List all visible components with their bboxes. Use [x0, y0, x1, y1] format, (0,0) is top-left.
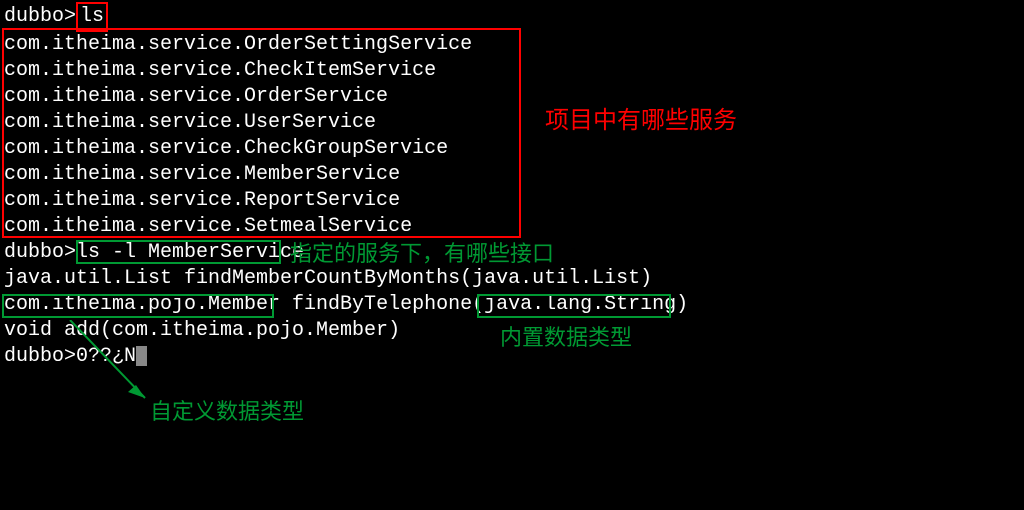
service-item: com.itheima.service.UserService: [4, 110, 1020, 136]
cursor-garbage: 0??¿N: [76, 345, 136, 368]
prompt-text: dubbo>: [4, 241, 76, 264]
annotation-custom-type: 自定义数据类型: [150, 398, 304, 427]
annotation-builtin-type: 内置数据类型: [500, 324, 632, 353]
method-end: ): [676, 293, 688, 316]
service-item: com.itheima.service.CheckItemService: [4, 58, 1020, 84]
terminal-cursor[interactable]: [136, 346, 147, 366]
method-name: findByTelephone(: [280, 293, 484, 316]
return-type: com.itheima.pojo.Member: [4, 293, 280, 316]
method-signature: java.util.List findMemberCountByMonths(j…: [4, 266, 1020, 292]
service-item: com.itheima.service.ReportService: [4, 188, 1020, 214]
param-type: java.lang.String: [484, 293, 676, 316]
annotation-interfaces: 指定的服务下，有哪些接口: [290, 240, 554, 269]
terminal-output: dubbo>ls com.itheima.service.OrderSettin…: [0, 0, 1024, 372]
service-item: com.itheima.service.CheckGroupService: [4, 136, 1020, 162]
ls-command-highlight: ls: [76, 2, 108, 32]
ls-l-command: ls -l MemberService: [76, 241, 304, 264]
method-signature: com.itheima.pojo.Member findByTelephone(…: [4, 292, 1020, 318]
prompt-text: dubbo>: [4, 345, 76, 368]
annotation-services: 项目中有哪些服务: [545, 105, 737, 136]
prompt-line-1: dubbo>ls: [4, 2, 1020, 32]
service-item: com.itheima.service.OrderSettingService: [4, 32, 1020, 58]
prompt-text: dubbo>: [4, 5, 76, 28]
service-item: com.itheima.service.MemberService: [4, 162, 1020, 188]
service-item: com.itheima.service.OrderService: [4, 84, 1020, 110]
service-item: com.itheima.service.SetmealService: [4, 214, 1020, 240]
